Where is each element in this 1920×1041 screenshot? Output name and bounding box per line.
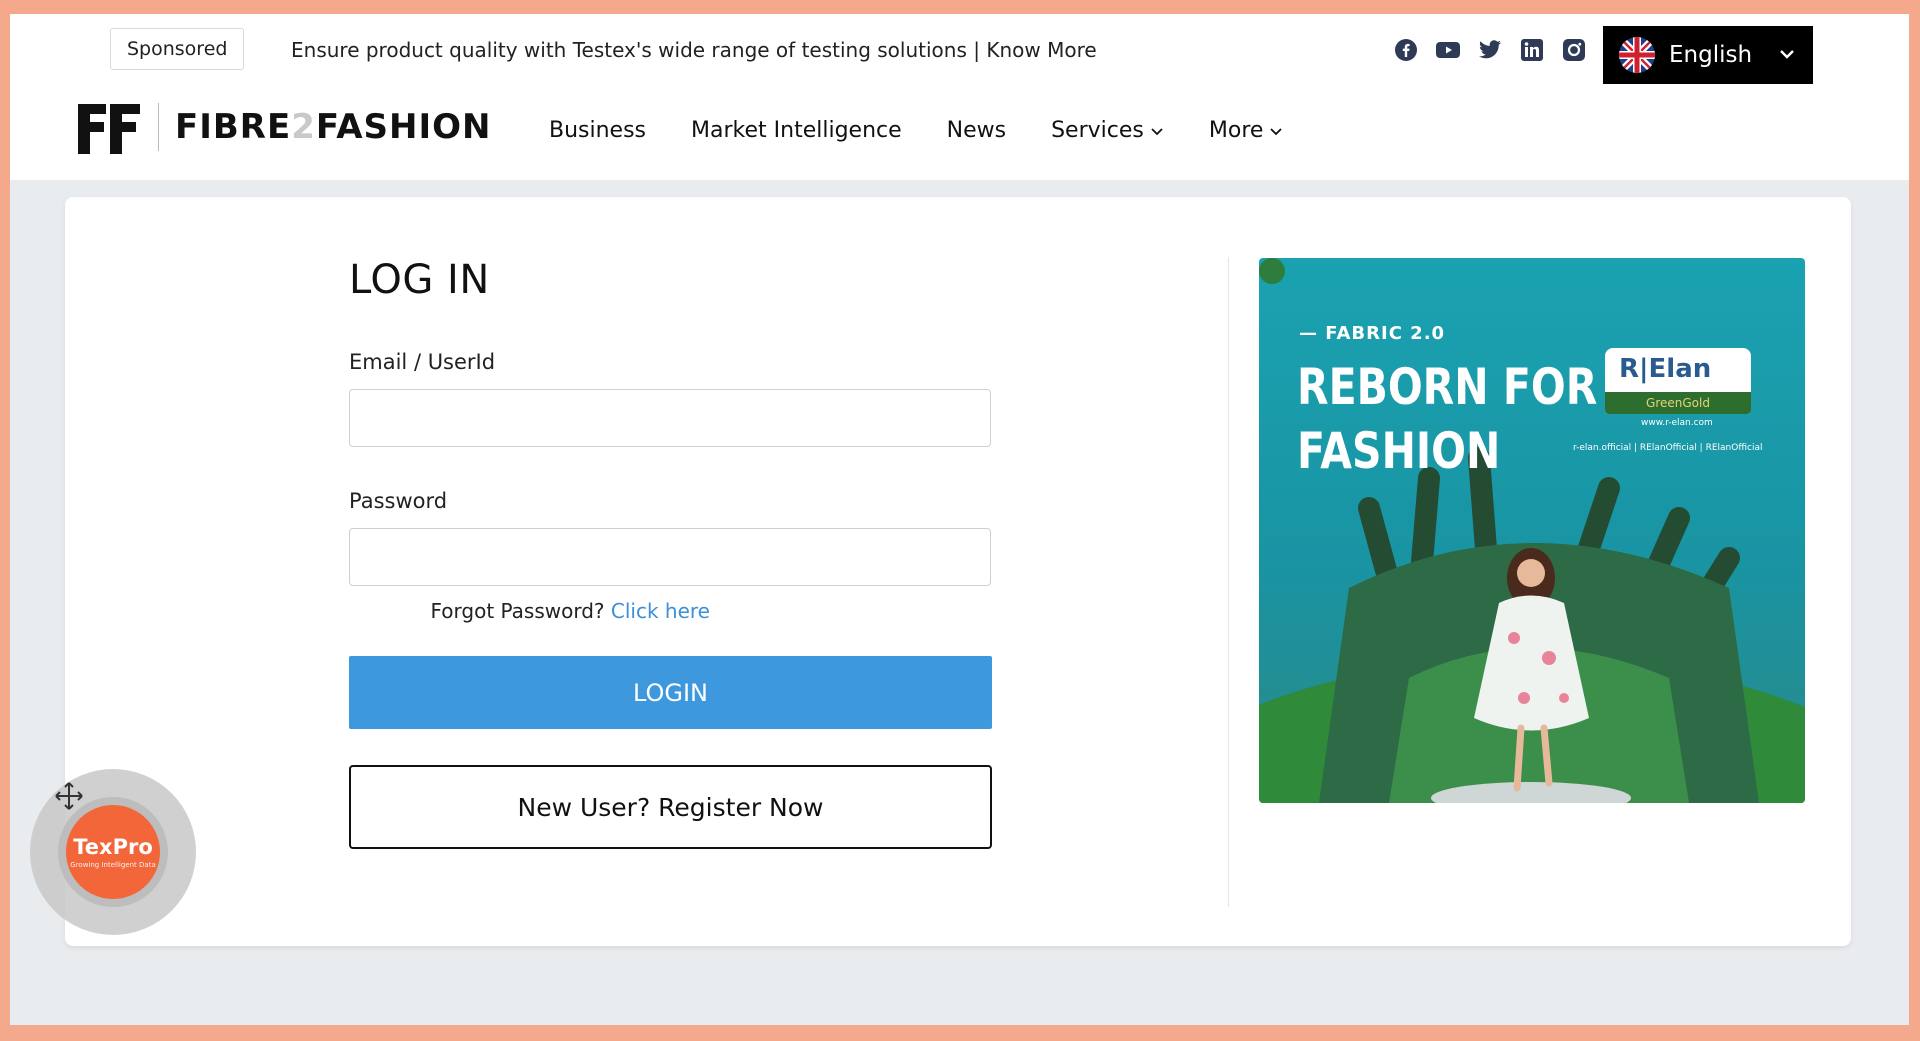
brand-name: FIBRE2FASHION: [175, 107, 491, 147]
ad-url: www.r-elan.com: [1641, 418, 1713, 428]
nav-item-label: More: [1208, 118, 1264, 143]
language-label: English: [1669, 42, 1753, 68]
logo-divider: [158, 103, 159, 151]
ad-social-handles: r-elan.official | RElanOfficial | RElanO…: [1573, 443, 1763, 453]
nav-item-label: News: [946, 118, 1007, 143]
card-divider: [1228, 257, 1229, 907]
ad-headline: REBORN FOR FASHION: [1297, 355, 1597, 483]
email-label: Email / UserId: [349, 350, 496, 374]
sponsored-bar: Sponsored Ensure product quality with Te…: [10, 14, 1909, 87]
nav-item-news[interactable]: News: [947, 118, 1006, 143]
nav-item-label: Services: [1051, 118, 1144, 143]
nav-menu: Business Market Intelligence News Servic…: [549, 118, 1283, 143]
main-nav: FIBRE2FASHION Business Market Intelligen…: [10, 86, 1909, 180]
forgot-password: Forgot Password? Click here: [430, 599, 710, 623]
sponsored-badge: Sponsored: [110, 28, 245, 70]
twitter-icon[interactable]: [1476, 36, 1503, 63]
texpro-logo: TexPro Growing Intelligent Data: [66, 805, 160, 899]
instagram-icon[interactable]: [1560, 36, 1587, 63]
brand-name-part1: FIBRE: [175, 107, 292, 147]
sponsored-link[interactable]: Ensure product quality with Testex's wid…: [291, 38, 1097, 62]
email-field[interactable]: [349, 389, 991, 447]
relan-badge: R|Elan GreenGold: [1605, 348, 1751, 414]
register-button[interactable]: New User? Register Now: [349, 765, 992, 849]
site-logo[interactable]: FIBRE2FASHION: [78, 100, 491, 154]
nav-item-label: Business: [549, 118, 647, 143]
language-selector[interactable]: English: [1603, 26, 1813, 84]
chevron-down-icon: [1270, 127, 1283, 135]
chevron-down-icon: [1777, 44, 1797, 68]
ad-headline-line2: FASHION: [1297, 422, 1501, 480]
nav-item-more[interactable]: More: [1209, 118, 1284, 143]
greengold-label: GreenGold: [1605, 392, 1751, 414]
nav-item-label: Market Intelligence: [691, 118, 902, 143]
ad-headline-line1: REBORN FOR: [1297, 358, 1598, 416]
password-label: Password: [349, 489, 448, 513]
social-links: [1392, 36, 1587, 63]
brand-name-two: 2: [291, 107, 316, 147]
forgot-password-link[interactable]: Click here: [611, 599, 710, 623]
widget-tagline: Growing Intelligent Data: [70, 861, 156, 869]
nav-item-business[interactable]: Business: [549, 118, 646, 143]
nav-item-market-intelligence[interactable]: Market Intelligence: [691, 118, 902, 143]
widget-ring: TexPro Growing Intelligent Data: [58, 797, 168, 907]
chevron-down-icon: [1151, 127, 1163, 135]
browser-frame: Sponsored Ensure product quality with Te…: [10, 14, 1909, 1025]
ff-logo-icon: [78, 104, 140, 154]
ad-kicker: — FABRIC 2.0: [1299, 323, 1446, 344]
password-field[interactable]: [349, 528, 991, 586]
uk-flag-icon: [1619, 37, 1655, 73]
login-button[interactable]: LOGIN: [349, 656, 992, 729]
relan-logo: R|Elan: [1619, 354, 1712, 384]
widget-brand: TexPro: [73, 835, 153, 859]
page-title: LOG IN: [349, 257, 490, 303]
nav-item-services[interactable]: Services: [1051, 118, 1164, 143]
advertisement-banner[interactable]: — FABRIC 2.0 REBORN FOR FASHION R|Elan G…: [1259, 258, 1805, 803]
facebook-icon[interactable]: [1392, 36, 1419, 63]
youtube-icon[interactable]: [1434, 36, 1461, 63]
brand-name-part2: FASHION: [315, 107, 492, 147]
login-card: LOG IN Email / UserId Password Forgot Pa…: [65, 197, 1851, 946]
texpro-widget[interactable]: TexPro Growing Intelligent Data: [30, 769, 196, 935]
linkedin-icon[interactable]: [1518, 36, 1545, 63]
forgot-password-text: Forgot Password?: [430, 599, 605, 623]
